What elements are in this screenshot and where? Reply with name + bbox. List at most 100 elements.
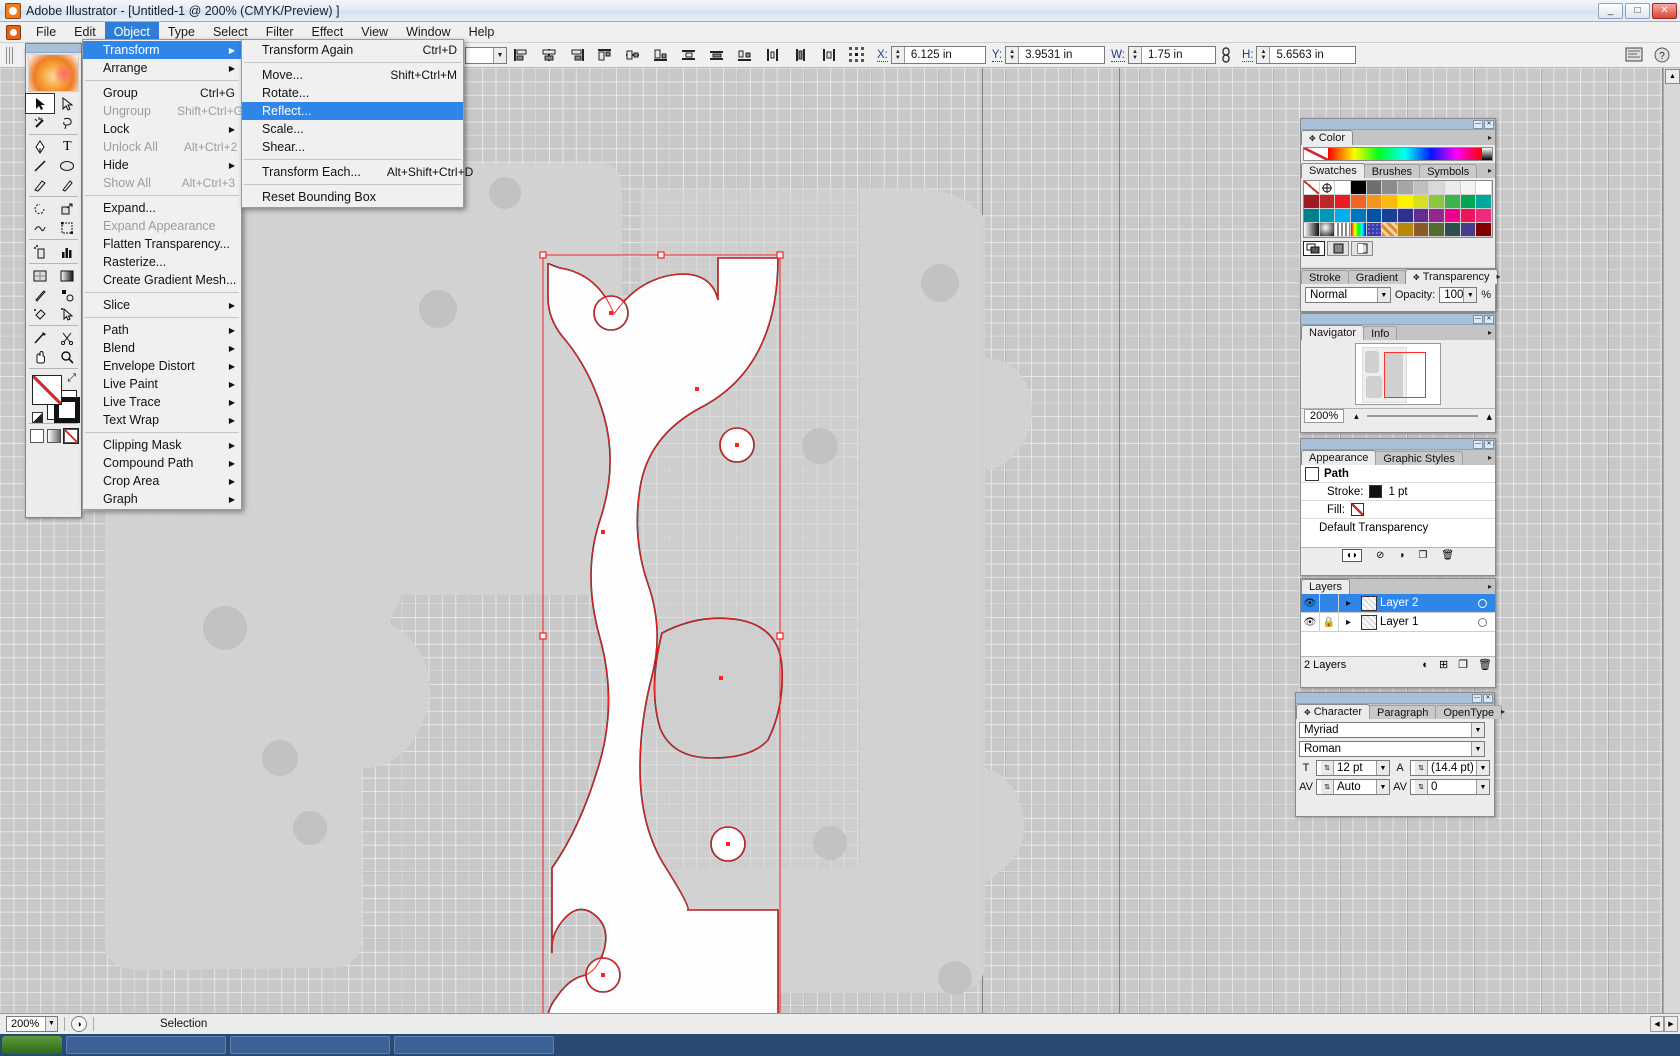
swatch-azure[interactable]	[1351, 209, 1367, 223]
font-size-field[interactable]: ⇅ 12 pt ▼	[1316, 760, 1390, 776]
character-panel[interactable]: — ✕ ✥ Character Paragraph OpenType ▸ Myr…	[1295, 692, 1495, 817]
panel-titlebar[interactable]: — ✕	[1301, 439, 1495, 450]
taskbar-item-1[interactable]	[66, 1036, 226, 1054]
menu-item-transform[interactable]: Transform▶	[83, 41, 241, 59]
ellipse-tool[interactable]	[54, 156, 82, 175]
app-menu-icon[interactable]	[6, 25, 21, 40]
transparency-panel[interactable]: Stroke Gradient ✥ Transparency ▸ Normal …	[1300, 268, 1496, 312]
collapse-icon[interactable]: —	[1473, 120, 1483, 129]
close-button[interactable]: ✕	[1652, 3, 1677, 19]
pen-tool[interactable]	[26, 137, 54, 156]
fill-swatch[interactable]	[32, 375, 62, 405]
swatch-white-2[interactable]	[1476, 181, 1492, 195]
expand-triangle-icon[interactable]: ▸	[1339, 594, 1358, 613]
gradient-tool[interactable]	[54, 266, 82, 285]
swatch-cyan[interactable]	[1335, 209, 1351, 223]
swatch-gray-2[interactable]	[1382, 181, 1398, 195]
height-stepper[interactable]: ▲▼	[1257, 47, 1270, 63]
swatch-maroon[interactable]	[1476, 223, 1492, 237]
warp-tool[interactable]	[26, 218, 54, 237]
swatch-teal[interactable]	[1476, 195, 1492, 209]
distribute-left-icon[interactable]	[762, 45, 784, 65]
help-icon[interactable]: ?	[1651, 45, 1673, 65]
magic-wand-tool[interactable]	[26, 113, 54, 132]
start-button[interactable]	[2, 1036, 62, 1054]
appearance-fill-row[interactable]: Fill:	[1301, 501, 1495, 519]
menu-item-path[interactable]: Path▶	[83, 321, 241, 339]
close-icon[interactable]: ✕	[1484, 440, 1494, 449]
collapse-icon[interactable]: —	[1473, 315, 1483, 324]
zoom-in-icon[interactable]: ▴	[1486, 410, 1492, 423]
tab-info[interactable]: Info	[1363, 326, 1397, 340]
close-icon[interactable]: ✕	[1484, 120, 1494, 129]
align-top-icon[interactable]	[594, 45, 616, 65]
blend-tool[interactable]	[54, 285, 82, 304]
scissors-tool[interactable]	[54, 328, 82, 347]
swatch-indigo[interactable]	[1398, 209, 1414, 223]
swatch-black[interactable]	[1351, 181, 1367, 195]
kerning-field[interactable]: ⇅ Auto ▼	[1316, 779, 1390, 795]
layer-row-2[interactable]: 👁 ▸ Layer 2	[1301, 594, 1495, 613]
status-nav-next[interactable]: ▶	[1664, 1016, 1678, 1032]
tab-appearance[interactable]: Appearance	[1301, 450, 1376, 465]
height-field[interactable]: ▲▼ 5.6563 in	[1256, 46, 1356, 64]
type-tool[interactable]: T	[54, 137, 82, 156]
rotate-tool[interactable]	[26, 199, 54, 218]
swatch-gradient-sphere[interactable]	[1320, 223, 1336, 237]
eye-icon[interactable]: 👁	[1301, 613, 1320, 632]
menu-item-graph[interactable]: Graph▶	[83, 490, 241, 508]
layer-name[interactable]: Layer 2	[1380, 597, 1418, 609]
close-icon[interactable]: ✕	[1483, 694, 1493, 703]
leading-field[interactable]: ⇅ (14.4 pt) ▼	[1410, 760, 1490, 776]
swatch-none[interactable]	[1304, 181, 1320, 195]
swatch-lime[interactable]	[1429, 195, 1445, 209]
new-art-maintains-appearance-icon[interactable]: ◖◗	[1342, 549, 1362, 562]
tab-transparency[interactable]: ✥ Transparency	[1405, 269, 1498, 284]
tab-swatches[interactable]: Swatches	[1301, 163, 1365, 178]
align-bottom-icon[interactable]	[650, 45, 672, 65]
appearance-list[interactable]: Path Stroke: 1 pt Fill: Default Transpar…	[1301, 465, 1495, 547]
eyedropper-tool[interactable]	[26, 285, 54, 304]
font-family-dropdown[interactable]: Myriad ▼	[1299, 722, 1485, 738]
panel-menu-icon[interactable]: ▸	[1488, 166, 1492, 175]
layer-row-1[interactable]: 👁 🔒 ▸ Layer 1	[1301, 613, 1495, 632]
swatch-gray-5[interactable]	[1429, 181, 1445, 195]
opacity-field[interactable]: 100 ▼	[1439, 287, 1477, 303]
layers-panel[interactable]: Layers ▸ 👁 ▸ Layer 2 👁 🔒 ▸ Layer 1 2	[1300, 578, 1496, 688]
delete-item-icon[interactable]: 🗑	[1441, 550, 1454, 561]
swatch-lime-yellow[interactable]	[1414, 195, 1430, 209]
show-color-swatches-button[interactable]	[1327, 241, 1349, 256]
toolbox-titlebar[interactable]	[26, 44, 81, 53]
tracking-stepper[interactable]: ⇅	[1415, 780, 1428, 794]
collapse-icon[interactable]: —	[1472, 694, 1482, 703]
swatch-brown[interactable]	[1414, 223, 1430, 237]
menu-item-live-paint[interactable]: Live Paint▶	[83, 375, 241, 393]
layer-name[interactable]: Layer 1	[1380, 616, 1418, 628]
menu-item-compound-path[interactable]: Compound Path▶	[83, 454, 241, 472]
vertical-scrollbar[interactable]: ▲ ▼	[1663, 68, 1680, 1034]
swatch-registration[interactable]	[1320, 181, 1336, 195]
swatch-blue[interactable]	[1367, 209, 1383, 223]
tab-character[interactable]: ✥ Character	[1296, 704, 1370, 719]
menu-item-envelope-distort[interactable]: Envelope Distort▶	[83, 357, 241, 375]
color-spectrum-ramp[interactable]	[1303, 147, 1493, 161]
fill-stroke-swatches[interactable]: ⤢	[32, 375, 75, 421]
maximize-button[interactable]: □	[1625, 3, 1650, 19]
tab-navigator[interactable]: Navigator	[1301, 325, 1364, 340]
taskbar-item-3[interactable]	[394, 1036, 554, 1054]
swatch-orange[interactable]	[1367, 195, 1383, 209]
menu-item-rasterize[interactable]: Rasterize...	[83, 253, 241, 271]
swatch-gradient-white-black[interactable]	[1304, 223, 1320, 237]
live-paint-bucket-tool[interactable]	[26, 304, 54, 323]
pencil-tool[interactable]	[54, 175, 82, 194]
swatch-gray-4[interactable]	[1414, 181, 1430, 195]
tab-layers[interactable]: Layers	[1301, 579, 1350, 594]
appearance-stroke-row[interactable]: Stroke: 1 pt	[1301, 483, 1495, 501]
menu-item-blend[interactable]: Blend▶	[83, 339, 241, 357]
swatch-slate[interactable]	[1445, 223, 1461, 237]
navigator-thumbnail[interactable]	[1355, 343, 1441, 405]
toolbox-panel[interactable]: T	[25, 43, 82, 518]
appearance-target-row[interactable]: Path	[1301, 465, 1495, 483]
menu-item-slice[interactable]: Slice▶	[83, 296, 241, 314]
swap-fill-stroke-icon[interactable]: ⤢	[67, 372, 76, 385]
